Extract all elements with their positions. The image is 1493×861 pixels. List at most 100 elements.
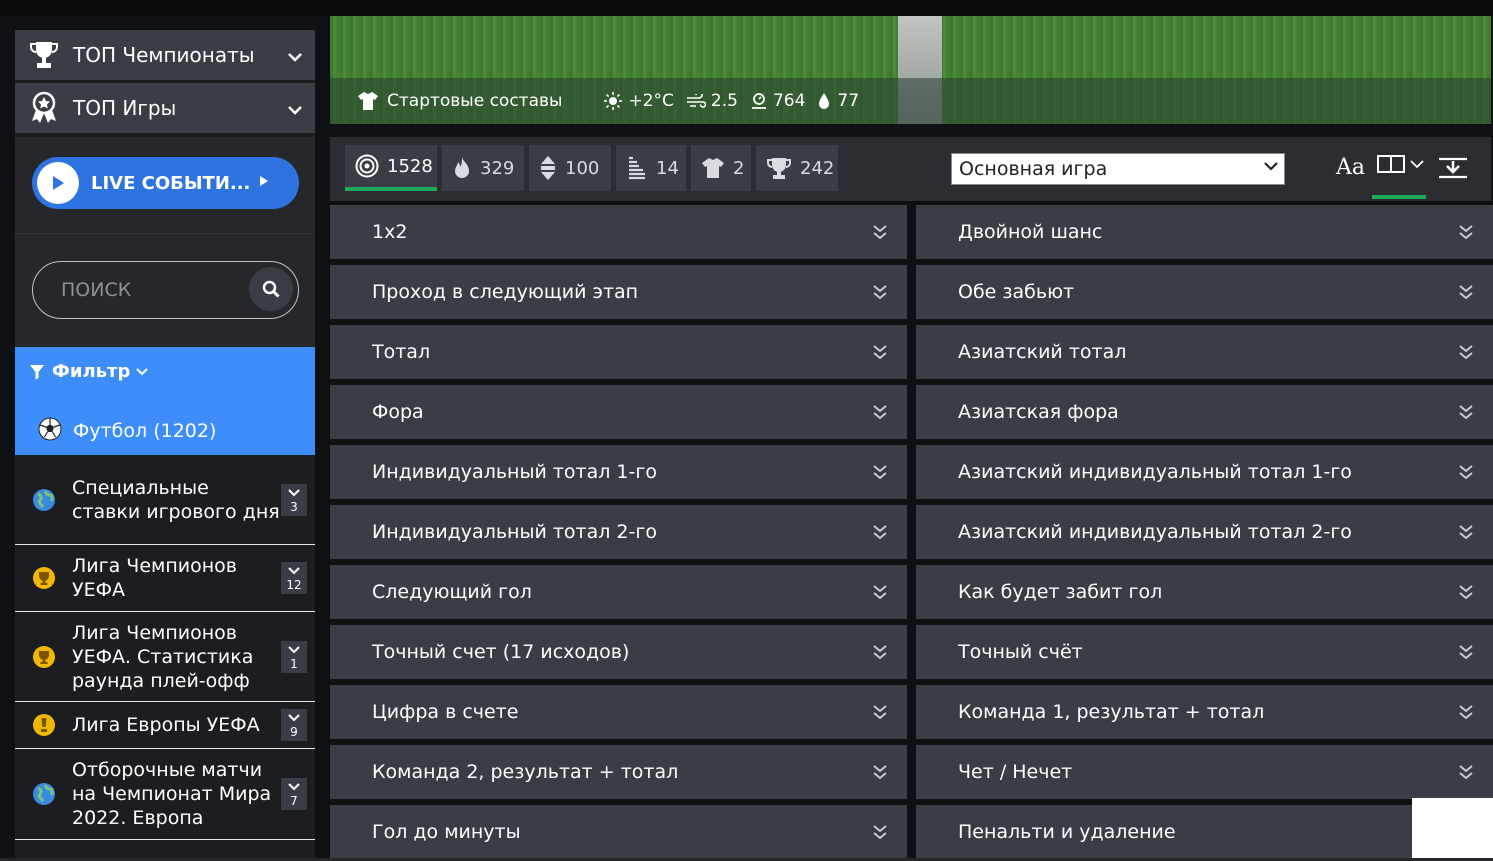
market-label: Гол до минуты xyxy=(372,821,521,843)
market-row[interactable]: Гол до минуты xyxy=(330,805,907,859)
double-chevron-down-icon[interactable] xyxy=(1439,464,1493,480)
market-row[interactable]: Азиатская фора xyxy=(916,385,1493,439)
stat-popular[interactable]: 329 xyxy=(442,145,524,191)
bars-icon xyxy=(626,156,648,180)
stat-totals[interactable]: 100 xyxy=(529,145,611,191)
double-chevron-down-icon[interactable] xyxy=(853,644,907,660)
market-row[interactable]: Пенальти и удаление xyxy=(916,805,1493,859)
market-row[interactable]: Команда 2, результат + тотал xyxy=(330,745,907,799)
cup-icon xyxy=(766,156,792,180)
funnel-icon xyxy=(30,364,44,379)
chevron-down-icon xyxy=(288,714,300,722)
stat-all-markets[interactable]: 1528 xyxy=(345,145,437,191)
double-chevron-down-icon[interactable] xyxy=(853,224,907,240)
trophy-icon xyxy=(15,713,72,737)
market-label: Азиатский индивидуальный тотал 2-го xyxy=(958,521,1352,543)
collapse-all-button[interactable] xyxy=(1438,157,1468,179)
stat-statistics[interactable]: 14 xyxy=(616,145,686,191)
search-input[interactable] xyxy=(61,279,231,301)
soccer-ball-icon xyxy=(37,416,63,446)
double-chevron-down-icon[interactable] xyxy=(853,524,907,540)
double-chevron-down-icon[interactable] xyxy=(1439,344,1493,360)
league-count-badge[interactable]: 3 xyxy=(281,483,307,516)
live-events-button[interactable]: LIVE СОБЫТИ... xyxy=(32,157,299,209)
league-item[interactable]: Лига Чемпионов УЕФА 12 xyxy=(15,545,315,612)
market-row[interactable]: Тотал xyxy=(330,325,907,379)
market-row[interactable]: Проход в следующий этап xyxy=(330,265,907,319)
market-row[interactable]: Азиатский индивидуальный тотал 2-го xyxy=(916,505,1493,559)
market-row[interactable]: Чет / Нечет xyxy=(916,745,1493,799)
target-icon xyxy=(355,154,379,178)
league-count-badge[interactable]: 7 xyxy=(281,778,307,810)
league-item[interactable]: Лига Чемпионов УЕФА. Статистика раунда п… xyxy=(15,612,315,702)
lineups-link[interactable]: Стартовые составы xyxy=(357,91,562,111)
live-section: LIVE СОБЫТИ... xyxy=(15,137,315,233)
market-row[interactable]: Как будет забит гол xyxy=(916,565,1493,619)
layout-toggle-button[interactable] xyxy=(1377,155,1425,173)
league-count-badge[interactable]: 1 xyxy=(281,640,307,673)
double-chevron-down-icon[interactable] xyxy=(1439,224,1493,240)
double-chevron-down-icon[interactable] xyxy=(853,464,907,480)
stat-specials[interactable]: 242 xyxy=(756,145,838,191)
double-chevron-down-icon[interactable] xyxy=(1439,524,1493,540)
league-item[interactable]: Отборочные матчи на Чемпионат Мира 2022.… xyxy=(15,749,315,840)
double-chevron-down-icon[interactable] xyxy=(853,284,907,300)
filter-panel: Фильтр Футбол (1202) xyxy=(15,347,315,455)
market-row[interactable]: Точный счет (17 исходов) xyxy=(330,625,907,679)
top-championships-button[interactable]: ТОП Чемпионаты xyxy=(15,30,315,80)
weather-wind: 2.5 xyxy=(686,91,738,111)
market-row[interactable]: Цифра в счете xyxy=(330,685,907,739)
league-item[interactable]: Специальные ставки игрового дня 3 xyxy=(15,455,315,545)
double-chevron-down-icon[interactable] xyxy=(1439,404,1493,420)
league-count-badge[interactable]: 9 xyxy=(281,709,307,741)
market-row[interactable]: 1x2 xyxy=(330,205,907,259)
market-row[interactable]: Следующий гол xyxy=(330,565,907,619)
chevron-down-icon xyxy=(288,567,300,575)
stat-value: 1528 xyxy=(387,155,433,177)
market-label: Двойной шанс xyxy=(958,221,1103,243)
double-chevron-down-icon[interactable] xyxy=(853,764,907,780)
trophy-icon xyxy=(15,566,72,590)
market-row[interactable]: Индивидуальный тотал 1-го xyxy=(330,445,907,499)
market-label: Команда 2, результат + тотал xyxy=(372,761,679,783)
market-row[interactable]: Команда 1, результат + тотал xyxy=(916,685,1493,739)
market-row[interactable]: Двойной шанс xyxy=(916,205,1493,259)
market-label: Точный счёт xyxy=(958,641,1083,663)
search-button[interactable] xyxy=(249,267,293,311)
shirt-icon xyxy=(701,157,725,179)
game-type-select[interactable]: Основная игра xyxy=(951,153,1285,185)
double-chevron-down-icon[interactable] xyxy=(853,824,907,840)
double-chevron-down-icon[interactable] xyxy=(1439,704,1493,720)
filter-toggle[interactable]: Фильтр xyxy=(29,361,149,382)
fire-icon xyxy=(452,156,472,180)
chevron-down-icon xyxy=(288,488,300,496)
top-games-button[interactable]: ТОП Игры xyxy=(15,83,315,133)
match-banner: Стартовые составы +2°C 2.5 764 77 xyxy=(330,16,1491,124)
league-count-badge[interactable]: 12 xyxy=(281,562,307,594)
market-row[interactable]: Индивидуальный тотал 2-го xyxy=(330,505,907,559)
league-item[interactable]: Лига Европы УЕФА 9 xyxy=(15,702,315,749)
medal-icon xyxy=(15,91,73,125)
market-toolbar: 1528 329 100 14 2 242 Основная игра Aa xyxy=(330,137,1491,201)
market-label: Азиатская фора xyxy=(958,401,1119,423)
double-chevron-down-icon[interactable] xyxy=(853,344,907,360)
market-row[interactable]: Точный счёт xyxy=(916,625,1493,679)
market-row[interactable]: Обе забьют xyxy=(916,265,1493,319)
market-row[interactable]: Азиатский тотал xyxy=(916,325,1493,379)
league-list: Специальные ставки игрового дня 3 Лига Ч… xyxy=(15,455,315,840)
double-chevron-down-icon[interactable] xyxy=(1439,764,1493,780)
double-chevron-down-icon[interactable] xyxy=(853,704,907,720)
market-row[interactable]: Фора xyxy=(330,385,907,439)
top-bar xyxy=(0,0,1493,16)
stat-players[interactable]: 2 xyxy=(691,145,751,191)
sidebar: ТОП Чемпионаты ТОП Игры LIVE СОБЫТИ... Ф… xyxy=(15,30,315,861)
double-chevron-down-icon[interactable] xyxy=(1439,644,1493,660)
font-size-button[interactable]: Aa xyxy=(1336,155,1365,180)
double-chevron-down-icon[interactable] xyxy=(853,584,907,600)
double-chevron-down-icon[interactable] xyxy=(1439,284,1493,300)
market-label: Азиатский индивидуальный тотал 1-го xyxy=(958,461,1352,483)
double-chevron-down-icon[interactable] xyxy=(1439,584,1493,600)
double-chevron-down-icon[interactable] xyxy=(853,404,907,420)
market-row[interactable]: Азиатский индивидуальный тотал 1-го xyxy=(916,445,1493,499)
sport-football-row[interactable]: Футбол (1202) xyxy=(15,407,315,455)
